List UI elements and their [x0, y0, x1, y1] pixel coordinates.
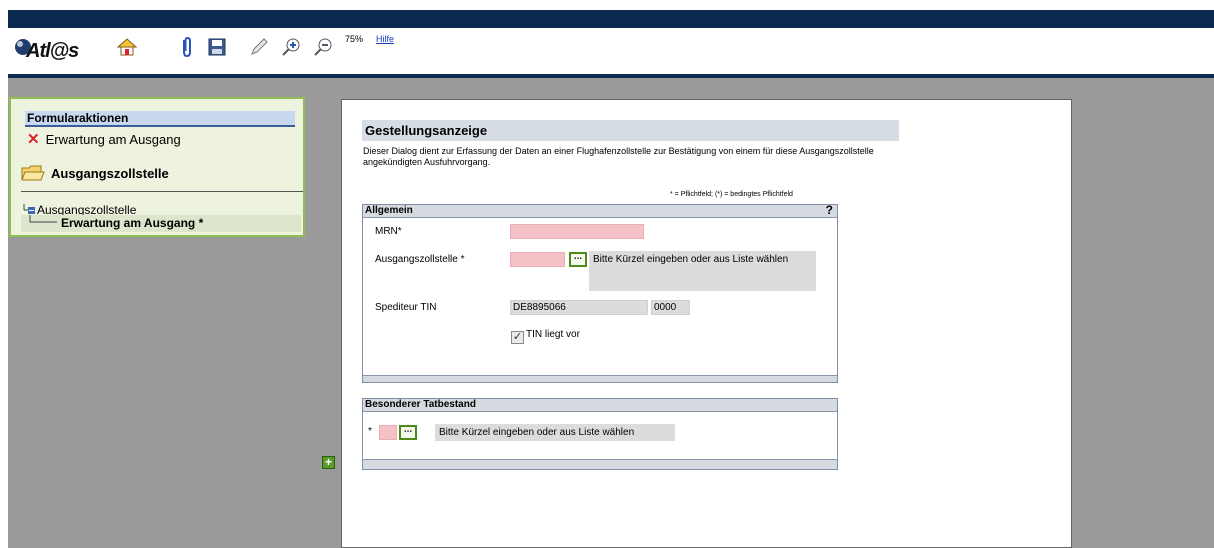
- help-question-icon[interactable]: ?: [826, 204, 833, 216]
- title-bar: [8, 10, 1214, 28]
- besonderer-required-mark: *: [368, 426, 372, 437]
- logo-text: Atl@s: [26, 40, 79, 62]
- open-folder-icon: [21, 165, 45, 181]
- form-page: Gestellungsanzeige Dieser Dialog dient z…: [341, 99, 1072, 548]
- mrn-input[interactable]: [510, 224, 644, 239]
- toolbar: Atl@s 75% Hilfe: [8, 28, 1214, 74]
- group-allgemein: Allgemein ? MRN* Ausgangszollstelle * ..…: [362, 204, 838, 383]
- besonderer-tatbestand-input[interactable]: [379, 425, 397, 440]
- mrn-label: MRN*: [375, 226, 402, 237]
- sidebar-action-item[interactable]: ✕ Erwartung am Ausgang: [27, 130, 181, 148]
- save-icon[interactable]: [204, 34, 230, 60]
- sidebar-action-label: Erwartung am Ausgang: [45, 131, 181, 147]
- sidebar-panel: Formularaktionen ✕ Erwartung am Ausgang …: [9, 97, 305, 237]
- ausgangszollstelle-label: Ausgangszollstelle *: [375, 254, 465, 265]
- zoom-out-icon[interactable]: [310, 34, 336, 60]
- help-link[interactable]: Hilfe: [376, 34, 394, 44]
- ausgangszollstelle-lookup-button[interactable]: ...: [569, 252, 587, 267]
- form-title: Gestellungsanzeige: [362, 120, 899, 141]
- sidebar-header: Formularaktionen: [25, 111, 295, 127]
- form-description: Dieser Dialog dient zur Erfassung der Da…: [363, 146, 874, 167]
- zoom-level: 75%: [345, 34, 364, 44]
- required-legend: * = Pflichtfeld; (*) = bedingtes Pflicht…: [670, 191, 793, 198]
- tree-child-item[interactable]: Erwartung am Ausgang *: [21, 215, 301, 232]
- besonderer-hint: Bitte Kürzel eingeben oder aus Liste wäh…: [435, 424, 675, 441]
- pen-icon[interactable]: [246, 34, 272, 60]
- ausgangszollstelle-input[interactable]: [510, 252, 565, 267]
- sidebar-folder-label: Ausgangszollstelle: [51, 165, 169, 181]
- group-besonderer-tatbestand: Besonderer Tatbestand * ... Bitte Kürzel…: [362, 398, 838, 470]
- spediteur-tin-label: Spediteur TIN: [375, 302, 437, 313]
- group-besonderer-header: Besonderer Tatbestand: [363, 399, 837, 412]
- zoom-in-icon[interactable]: [278, 34, 304, 60]
- home-icon[interactable]: [114, 34, 140, 60]
- tin-vorhanden-label: TIN liegt vor: [526, 329, 580, 340]
- sidebar-divider: [21, 191, 303, 192]
- group-allgemein-header: Allgemein ?: [363, 204, 837, 218]
- tree-connector: [29, 215, 57, 223]
- tree-child-label: Erwartung am Ausgang *: [61, 216, 204, 230]
- expand-plus-icon[interactable]: +: [322, 456, 335, 469]
- sidebar-folder-title: Ausgangszollstelle: [21, 163, 169, 183]
- spediteur-tin-suffix-field[interactable]: 0000: [651, 300, 690, 315]
- ausgangszollstelle-hint: Bitte Kürzel eingeben oder aus Liste wäh…: [589, 251, 816, 291]
- tin-vorhanden-checkbox[interactable]: ✓: [511, 331, 524, 344]
- attach-icon[interactable]: [174, 34, 200, 60]
- atlas-logo: Atl@s: [12, 32, 92, 62]
- group-allgemein-footer: [363, 375, 837, 382]
- spediteur-tin-field[interactable]: DE8895066: [510, 300, 648, 315]
- group-allgemein-title: Allgemein: [365, 205, 413, 216]
- group-besonderer-footer: [363, 459, 837, 469]
- error-x-icon: ✕: [27, 131, 40, 148]
- besonderer-lookup-button[interactable]: ...: [399, 425, 417, 440]
